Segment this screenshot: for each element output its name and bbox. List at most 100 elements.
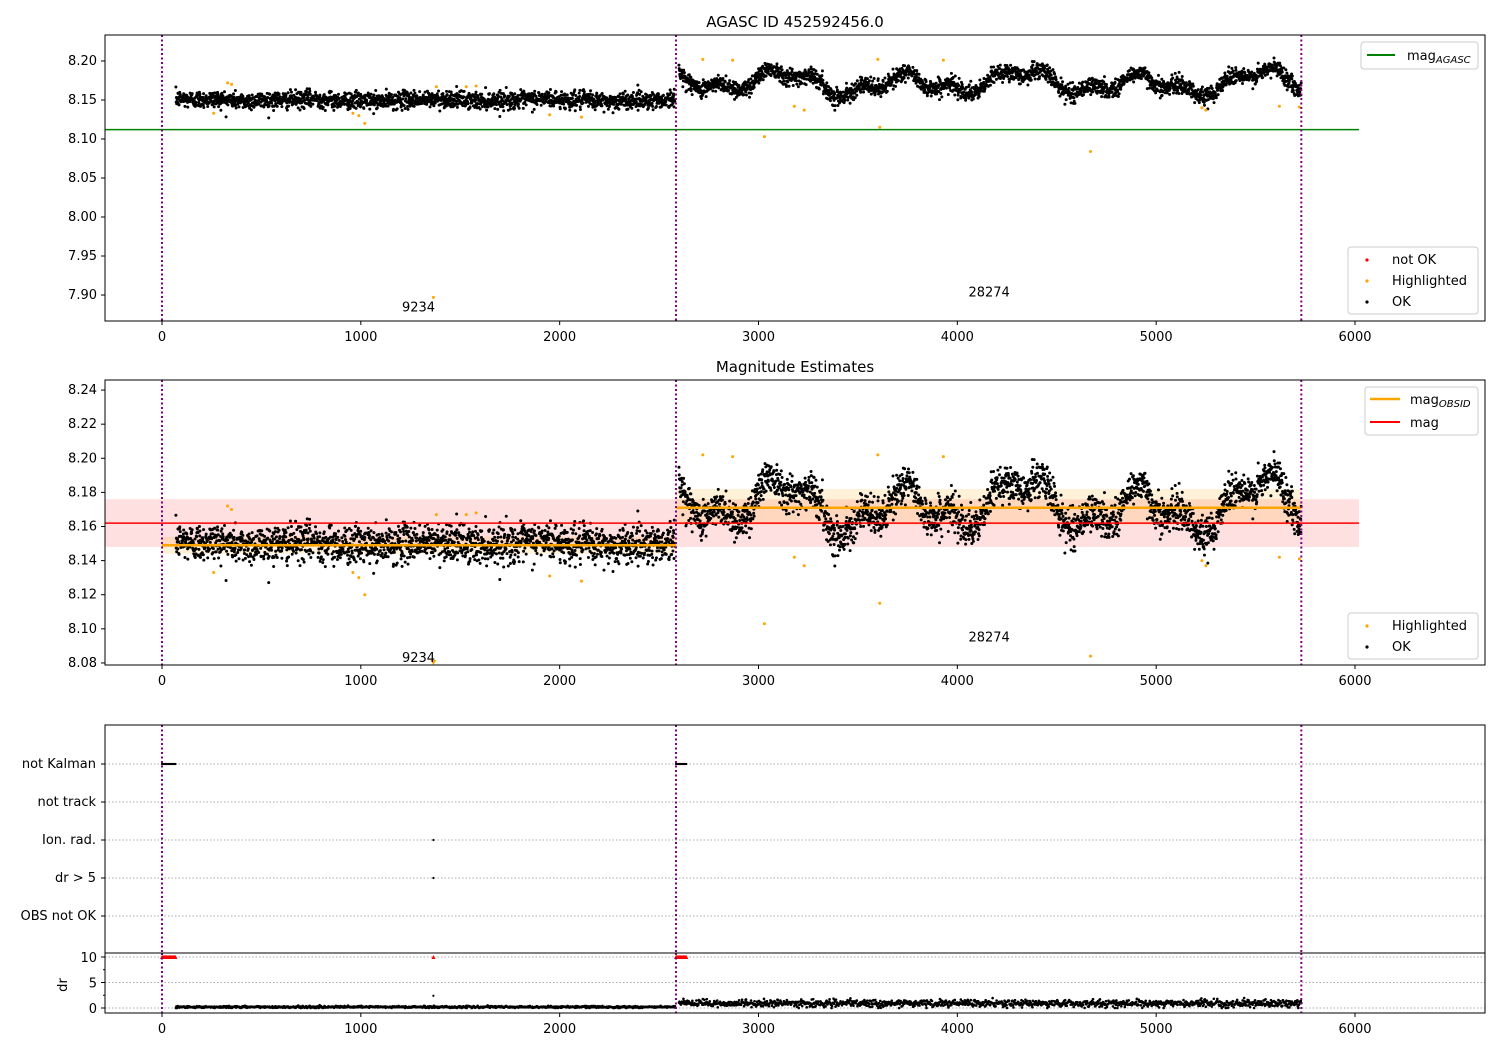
ok-point [267,116,271,120]
ok-point [332,102,336,106]
ok-point [828,99,832,103]
ok-point [1107,95,1111,99]
ok-point [1199,93,1203,97]
ok-point [177,540,181,544]
ok-point [1116,89,1120,93]
ok-point [498,88,502,92]
ok-point [791,83,795,87]
ok-point [236,551,240,555]
ok-point [445,93,449,97]
ok-point [249,563,253,567]
ok-point [1089,93,1093,97]
ok-point [354,106,358,110]
ok-point [445,89,449,93]
ok-point [960,82,964,86]
ok-point [911,65,915,69]
ok-point [268,529,272,533]
ok-point [744,93,748,97]
ok-point [295,528,299,532]
ok-point [669,91,673,95]
ok-point [891,87,895,91]
ok-point [1119,87,1123,91]
ok-point [775,62,779,66]
ok-point [438,109,442,113]
ok-point [204,532,208,536]
ok-point [867,79,871,83]
ok-point [306,96,310,100]
ok-point [233,546,237,550]
ok-point [492,92,496,96]
ok-point [250,531,254,535]
ok-point [577,91,581,95]
ok-point [198,92,202,96]
ok-point [466,102,470,106]
ok-point [389,93,393,97]
ok-point [223,523,227,527]
ok-point [946,92,950,96]
ok-point [177,552,181,556]
ok-point [270,101,274,105]
plot-area: 923428274 [105,35,1359,321]
ok-point [246,540,250,544]
panel-2: 9234282748.088.108.128.148.168.188.208.2… [68,379,1486,689]
ok-point [494,103,498,107]
ok-point [321,558,325,562]
ok-point [368,107,372,111]
ok-point [1071,81,1075,85]
ok-point [315,532,319,536]
ok-point [234,559,238,563]
ok-point [182,528,186,532]
figure: AGASC ID 452592456.0 Magnitude Estimates… [21,13,1486,1037]
ok-point [565,93,569,97]
ok-point [1001,80,1005,84]
ok-point [323,109,327,113]
ok-point [226,552,230,556]
ok-point [562,102,566,106]
ok-point [265,552,269,556]
ok-point [241,94,245,98]
ok-point [1139,77,1143,81]
ok-point [1272,56,1276,60]
ok-point [524,103,528,107]
ok-point [1168,87,1172,91]
ok-point [737,83,741,87]
ok-point [1191,84,1195,88]
ok-point [777,75,781,79]
ok-point [270,540,274,544]
ok-point [262,557,266,561]
highlighted-point [792,104,796,108]
highlighted-point [464,85,468,89]
ok-point [267,104,271,108]
ok-point [869,92,873,96]
ok-point [912,72,916,76]
ok-point [1038,75,1042,79]
highlighted-point [762,135,766,139]
ok-point [202,92,206,96]
ok-point [854,82,858,86]
ok-point [1231,69,1235,73]
ok-point [563,106,567,110]
ok-point [1143,66,1147,70]
ok-point [804,83,808,87]
ok-point [289,90,293,94]
ok-point [1227,65,1231,69]
ok-point [468,105,472,109]
ok-point [992,65,996,69]
ok-point [516,94,520,98]
ok-point [1216,93,1220,97]
ok-point [780,68,784,72]
ok-point [362,106,366,110]
ok-point [354,88,358,92]
ok-point [278,535,282,539]
ok-point [270,548,274,552]
ok-point [591,93,595,97]
ok-point [836,104,840,108]
ok-point [1240,81,1244,85]
ok-point [784,84,788,88]
ok-point [372,93,376,97]
ok-point [303,98,307,102]
ok-point [589,89,593,93]
y-tick-label: 7.90 [68,288,97,303]
ok-point [321,561,325,565]
ok-point [247,532,251,536]
